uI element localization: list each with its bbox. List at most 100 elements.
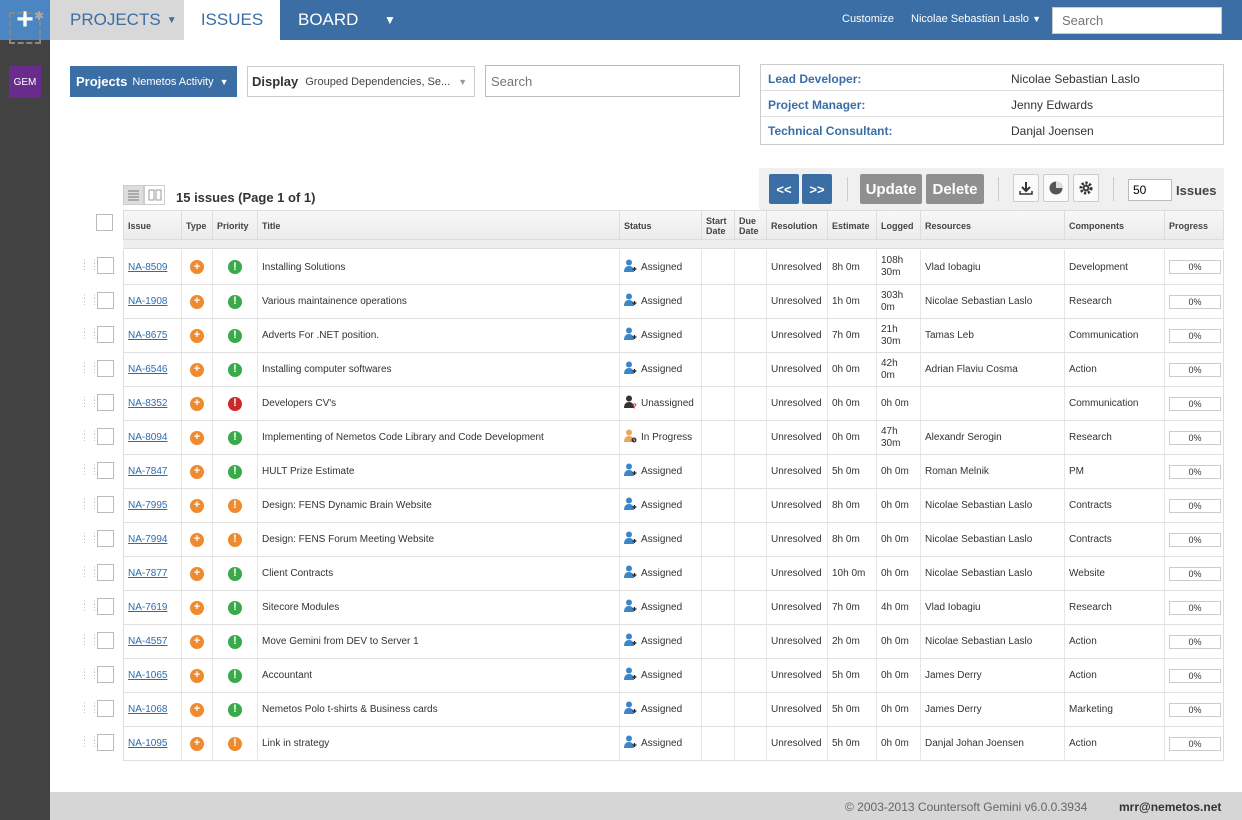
- table-row[interactable]: ⋮⋮ ⋮⋮ NA-8509 +! Installing Solutions Assigne…: [80, 250, 1224, 285]
- page-size-input[interactable]: [1128, 179, 1172, 201]
- col-header-issue[interactable]: Issue: [124, 211, 182, 241]
- drag-handle-icon[interactable]: ⋮⋮ ⋮⋮: [80, 532, 99, 545]
- col-header-estimate[interactable]: Estimate: [828, 211, 877, 241]
- cell-status: Assigned: [620, 319, 702, 352]
- table-row[interactable]: ⋮⋮ ⋮⋮ NA-1908 +! Various maintainence operat…: [80, 285, 1224, 319]
- col-header-due-date[interactable]: Due Date: [735, 211, 767, 241]
- global-search-input[interactable]: [1052, 7, 1222, 34]
- col-header-resolution[interactable]: Resolution: [767, 211, 828, 241]
- drag-handle-icon[interactable]: ⋮⋮ ⋮⋮: [80, 294, 99, 307]
- list-view-icon[interactable]: [123, 185, 144, 205]
- tab-issues[interactable]: ISSUES: [184, 0, 280, 40]
- footer-user-email[interactable]: mrr@nemetos.net: [1119, 800, 1221, 814]
- issue-key-link[interactable]: NA-1065: [128, 670, 167, 681]
- row-checkbox[interactable]: [97, 360, 114, 377]
- issue-key-link[interactable]: NA-1908: [128, 296, 167, 307]
- row-checkbox[interactable]: [97, 598, 114, 615]
- drag-handle-icon[interactable]: ⋮⋮ ⋮⋮: [80, 464, 99, 477]
- issue-key-link[interactable]: NA-7847: [128, 466, 167, 477]
- table-row[interactable]: ⋮⋮ ⋮⋮ NA-7994 +! Design: FENS Forum Meeting …: [80, 523, 1224, 557]
- projects-dropdown[interactable]: Projects Nemetos Activity ▼: [70, 66, 237, 97]
- issue-key-link[interactable]: NA-1068: [128, 704, 167, 715]
- pie-chart-icon[interactable]: [1043, 174, 1069, 202]
- col-header-type[interactable]: Type: [182, 211, 213, 241]
- col-header-resources[interactable]: Resources: [921, 211, 1065, 241]
- issue-key-link[interactable]: NA-4557: [128, 636, 167, 647]
- table-row[interactable]: ⋮⋮ ⋮⋮ NA-7619 +! Sitecore Modules Assigned Unr…: [80, 591, 1224, 625]
- view-toggle[interactable]: [123, 185, 165, 205]
- select-all-checkbox[interactable]: [96, 214, 113, 231]
- drag-handle-icon[interactable]: ⋮⋮ ⋮⋮: [80, 736, 99, 749]
- issue-key-link[interactable]: NA-8509: [128, 262, 167, 273]
- cell-progress: 0%: [1165, 319, 1225, 352]
- row-checkbox[interactable]: [97, 394, 114, 411]
- col-header-title[interactable]: Title: [258, 211, 620, 241]
- row-checkbox[interactable]: [97, 700, 114, 717]
- col-header-start-date[interactable]: Start Date: [702, 211, 735, 241]
- drag-handle-icon[interactable]: ⋮⋮ ⋮⋮: [80, 634, 99, 647]
- col-header-priority[interactable]: Priority: [213, 211, 258, 241]
- table-row[interactable]: ⋮⋮ ⋮⋮ NA-1065 +! Accountant Assigned Unresolve…: [80, 659, 1224, 693]
- col-header-progress[interactable]: Progress: [1165, 211, 1225, 241]
- table-row[interactable]: ⋮⋮ ⋮⋮ NA-8094 +! Implementing of Nemetos Cod…: [80, 421, 1224, 455]
- col-header-logged[interactable]: Logged: [877, 211, 921, 241]
- table-row[interactable]: ⋮⋮ ⋮⋮ NA-8675 +! Adverts For .NET position. A…: [80, 319, 1225, 353]
- row-checkbox[interactable]: [97, 462, 114, 479]
- table-row[interactable]: ⋮⋮ ⋮⋮ NA-4557 +! Move Gemini from DEV to Ser…: [80, 625, 1224, 659]
- prev-page-button[interactable]: <<: [769, 174, 799, 204]
- issue-key-link[interactable]: NA-6546: [128, 364, 167, 375]
- delete-button[interactable]: Delete: [926, 174, 984, 204]
- drag-handle-icon[interactable]: ⋮⋮ ⋮⋮: [80, 259, 99, 272]
- card-view-icon[interactable]: [144, 185, 165, 205]
- drag-handle-icon[interactable]: ⋮⋮ ⋮⋮: [80, 668, 99, 681]
- col-header-status[interactable]: Status: [620, 211, 702, 241]
- drag-handle-icon[interactable]: ⋮⋮ ⋮⋮: [80, 566, 99, 579]
- issue-search-input[interactable]: [485, 65, 740, 97]
- drag-handle-icon[interactable]: ⋮⋮ ⋮⋮: [80, 396, 99, 409]
- drag-handle-icon[interactable]: ⋮⋮ ⋮⋮: [80, 600, 99, 613]
- display-dropdown[interactable]: Display Grouped Dependencies, Se... ▼: [247, 66, 475, 97]
- table-row[interactable]: ⋮⋮ ⋮⋮ NA-7847 +! HULT Prize Estimate Assigned…: [80, 455, 1224, 489]
- customize-link[interactable]: Customize: [842, 13, 894, 25]
- row-checkbox[interactable]: [97, 734, 114, 751]
- table-row[interactable]: ⋮⋮ ⋮⋮ NA-1095 +! Link in strategy Assigned Unr…: [80, 727, 1224, 761]
- issue-key-link[interactable]: NA-7877: [128, 568, 167, 579]
- issue-key-link[interactable]: NA-1095: [128, 738, 167, 749]
- tab-board[interactable]: BOARD: [280, 0, 380, 40]
- issue-key-link[interactable]: NA-7619: [128, 602, 167, 613]
- drag-handle-icon[interactable]: ⋮⋮ ⋮⋮: [80, 702, 99, 715]
- table-row[interactable]: ⋮⋮ ⋮⋮ NA-8352 +! Developers CV's? Unassigned U…: [80, 387, 1224, 421]
- gear-icon[interactable]: [1073, 174, 1099, 202]
- drag-handle-icon[interactable]: ⋮⋮ ⋮⋮: [80, 328, 99, 341]
- svg-text:?: ?: [633, 404, 637, 410]
- table-row[interactable]: ⋮⋮ ⋮⋮ NA-1068 +! Nemetos Polo t-shirts & Bus…: [80, 693, 1224, 727]
- drag-handle-icon[interactable]: ⋮⋮ ⋮⋮: [80, 430, 99, 443]
- gem-workspace-tile[interactable]: GEM: [9, 66, 41, 98]
- col-header-components[interactable]: Components: [1065, 211, 1165, 241]
- update-button[interactable]: Update: [860, 174, 922, 204]
- row-checkbox[interactable]: [97, 292, 114, 309]
- drag-handle-icon[interactable]: ⋮⋮ ⋮⋮: [80, 362, 99, 375]
- issue-key-link[interactable]: NA-8352: [128, 398, 167, 409]
- table-row[interactable]: ⋮⋮ ⋮⋮ NA-6546 +! Installing computer softwar…: [80, 353, 1224, 387]
- issue-key-link[interactable]: NA-8675: [128, 330, 167, 341]
- user-menu[interactable]: Nicolae Sebastian Laslo ▼: [911, 13, 1041, 25]
- download-icon[interactable]: [1013, 174, 1039, 202]
- row-checkbox[interactable]: [97, 564, 114, 581]
- table-row[interactable]: ⋮⋮ ⋮⋮ NA-7995 +! Design: FENS Dynamic Brain …: [80, 489, 1224, 523]
- row-checkbox[interactable]: [97, 428, 114, 445]
- chevron-down-icon[interactable]: ▼: [384, 0, 396, 40]
- row-checkbox[interactable]: [97, 530, 114, 547]
- next-page-button[interactable]: >>: [802, 174, 832, 204]
- row-checkbox[interactable]: [97, 257, 114, 274]
- row-checkbox[interactable]: [97, 666, 114, 683]
- row-checkbox[interactable]: [97, 496, 114, 513]
- issue-key-link[interactable]: NA-8094: [128, 432, 167, 443]
- drag-handle-icon[interactable]: ⋮⋮ ⋮⋮: [80, 498, 99, 511]
- tab-projects[interactable]: PROJECTS ▼: [50, 0, 184, 40]
- issue-key-link[interactable]: NA-7995: [128, 500, 167, 511]
- table-row[interactable]: ⋮⋮ ⋮⋮ NA-7877 +! Client Contracts Assigned Unr…: [80, 557, 1224, 591]
- issue-key-link[interactable]: NA-7994: [128, 534, 167, 545]
- row-checkbox[interactable]: [97, 326, 114, 343]
- row-checkbox[interactable]: [97, 632, 114, 649]
